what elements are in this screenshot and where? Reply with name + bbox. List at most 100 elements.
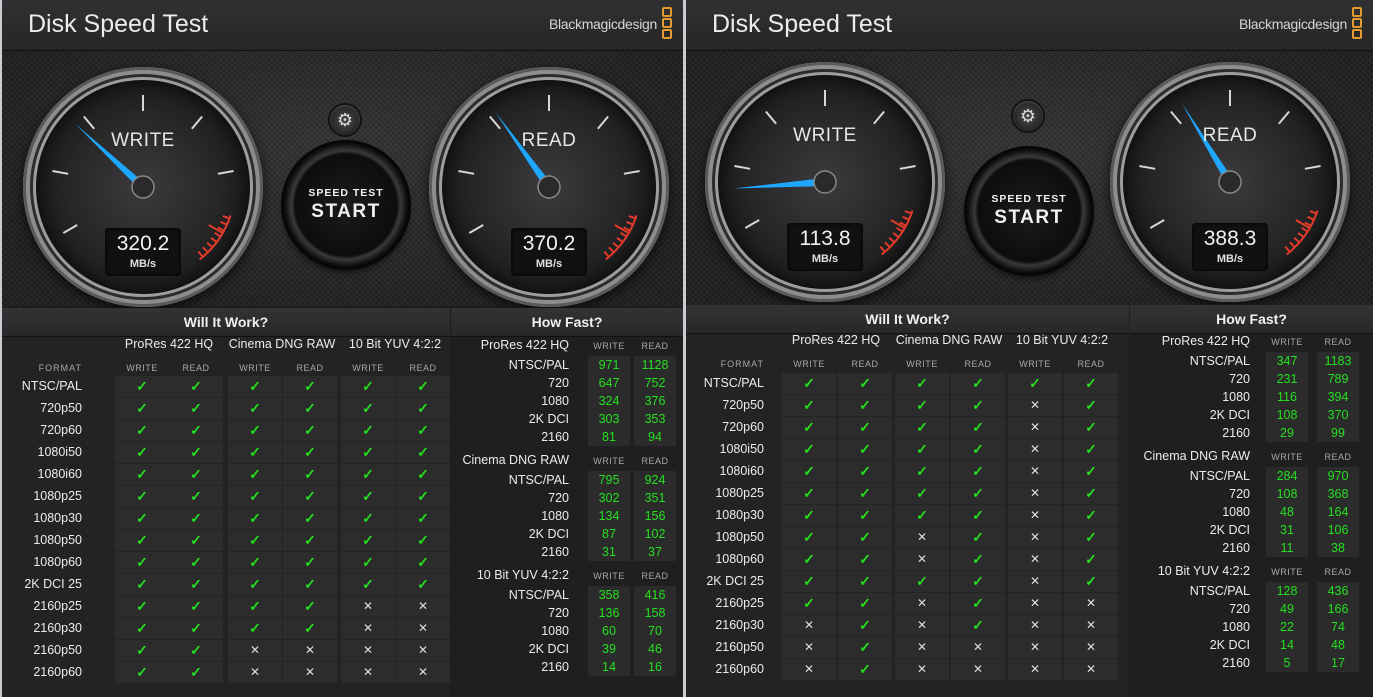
format-row: 2160p50 ✕ ✓ ✕ ✕ ✕ ✕ <box>686 637 1129 658</box>
write-speed-value: 31 <box>1266 521 1308 539</box>
resolution-label: 2160 <box>1222 541 1250 555</box>
write-subheader: WRITE <box>1271 567 1303 577</box>
check-icon: ✓ <box>782 483 836 504</box>
write-subheader: WRITE <box>593 456 625 466</box>
format-label: 2160p30 <box>715 618 764 632</box>
resolution-label: NTSC/PAL <box>508 358 569 372</box>
check-icon: ✓ <box>1064 527 1118 548</box>
how-fast-row: 2160 11 38 <box>1130 539 1373 557</box>
read-gauge-readout: 388.3 MB/s <box>1192 223 1268 271</box>
check-icon: ✓ <box>782 549 836 570</box>
how-fast-row: 1080 48 164 <box>1130 503 1373 521</box>
how-fast-codec-header: 10 Bit YUV 4:2:2 <box>1157 564 1250 578</box>
write-speed-value: 128 <box>1266 582 1308 600</box>
write-subheader: WRITE <box>239 363 271 373</box>
resolution-label: 1080 <box>1222 390 1250 404</box>
window-title: Disk Speed Test <box>712 10 893 38</box>
cross-icon: ✕ <box>895 549 949 570</box>
resolution-label: 720 <box>548 606 569 620</box>
check-icon: ✓ <box>951 593 1005 614</box>
format-label: 1080p30 <box>33 511 82 525</box>
read-speed-value: 48 <box>1317 636 1359 654</box>
will-it-work-title: Will It Work? <box>2 308 450 337</box>
check-icon: ✓ <box>396 464 450 485</box>
how-fast-row: 1080 22 74 <box>1130 618 1373 636</box>
format-row: 2160p60 ✕ ✓ ✕ ✕ ✕ ✕ <box>686 659 1129 680</box>
redline-tick <box>902 215 910 221</box>
check-icon: ✓ <box>228 574 282 595</box>
resolution-label: 720 <box>1229 372 1250 386</box>
cross-icon: ✕ <box>1008 637 1062 658</box>
title-bar: Disk Speed Test Blackmagicdesign <box>2 0 683 51</box>
check-icon: ✓ <box>1064 439 1118 460</box>
write-gauge-value: 113.8 <box>799 227 851 250</box>
check-icon: ✓ <box>838 659 892 680</box>
speed-test-start-button[interactable]: SPEED TEST START <box>967 149 1091 273</box>
format-row: 2K DCI 25 ✓ ✓ ✓ ✓ ✕ ✓ <box>686 571 1129 592</box>
write-speed-value: 136 <box>588 604 630 622</box>
settings-button[interactable]: ⚙ <box>1013 101 1043 131</box>
read-subheader: READ <box>1324 337 1352 347</box>
format-label: 2160p50 <box>33 643 82 657</box>
write-subheader: WRITE <box>352 363 384 373</box>
check-icon: ✓ <box>341 486 395 507</box>
how-fast-row: 720 231 789 <box>1130 370 1373 388</box>
check-icon: ✓ <box>341 398 395 419</box>
read-speed-value: 394 <box>1317 388 1359 406</box>
settings-button[interactable]: ⚙ <box>330 105 360 135</box>
how-fast-row: 2160 14 16 <box>451 658 683 676</box>
check-icon: ✓ <box>782 505 836 526</box>
needle-hub <box>1218 170 1242 194</box>
cross-icon: ✕ <box>396 662 450 683</box>
check-icon: ✓ <box>895 395 949 416</box>
write-speed-value: 302 <box>588 489 630 507</box>
write-subheader: WRITE <box>1019 359 1051 369</box>
format-row: 720p50 ✓ ✓ ✓ ✓ ✓ ✓ <box>2 398 450 419</box>
check-icon: ✓ <box>838 439 892 460</box>
needle-hub <box>537 175 561 199</box>
redline-arc <box>605 215 638 261</box>
format-label: 1080p30 <box>715 508 764 522</box>
format-label: 1080i60 <box>719 464 765 478</box>
read-speed-value: 16 <box>634 658 676 676</box>
check-icon: ✓ <box>341 376 395 397</box>
check-icon: ✓ <box>1064 395 1118 416</box>
check-icon: ✓ <box>951 615 1005 636</box>
redline-tick <box>620 231 628 238</box>
cross-icon: ✕ <box>1008 549 1062 570</box>
cross-icon: ✕ <box>782 615 836 636</box>
how-fast-row: NTSC/PAL 128 436 <box>1130 582 1373 600</box>
resolution-label: 2160 <box>541 430 569 444</box>
check-icon: ✓ <box>341 464 395 485</box>
write-speed-value: 647 <box>588 374 630 392</box>
write-subheader: WRITE <box>793 359 825 369</box>
speed-test-start-button[interactable]: SPEED TEST START <box>284 143 408 267</box>
gauge-tick <box>489 115 501 130</box>
redline-tick <box>896 226 904 233</box>
format-label: 720p60 <box>40 423 82 437</box>
check-icon: ✓ <box>838 417 892 438</box>
format-row: 1080p50 ✓ ✓ ✕ ✓ ✕ ✓ <box>686 527 1129 548</box>
check-icon: ✓ <box>895 373 949 394</box>
read-gauge-unit: MB/s <box>535 258 563 270</box>
check-icon: ✓ <box>283 420 337 441</box>
how-fast-row: 720 49 166 <box>1130 600 1373 618</box>
how-fast-row: 720 108 368 <box>1130 485 1373 503</box>
check-icon: ✓ <box>951 571 1005 592</box>
format-label: 2160p25 <box>715 596 764 610</box>
check-icon: ✓ <box>115 464 169 485</box>
format-row: 1080p50 ✓ ✓ ✓ ✓ ✓ ✓ <box>2 530 450 551</box>
read-speed-value: 99 <box>1317 424 1359 442</box>
read-gauge-label: READ <box>1202 125 1258 146</box>
codec-column-header: Cinema DNG RAW <box>895 333 1003 347</box>
check-icon: ✓ <box>396 398 450 419</box>
how-fast-row: NTSC/PAL 971 1128 <box>451 356 683 374</box>
cross-icon: ✕ <box>341 618 395 639</box>
redline-tick <box>1284 245 1291 253</box>
check-icon: ✓ <box>228 442 282 463</box>
write-speed-value: 795 <box>588 471 630 489</box>
redline-tick <box>626 220 634 226</box>
how-fast-row: 1080 60 70 <box>451 622 683 640</box>
read-speed-value: 46 <box>634 640 676 658</box>
check-icon: ✓ <box>838 593 892 614</box>
